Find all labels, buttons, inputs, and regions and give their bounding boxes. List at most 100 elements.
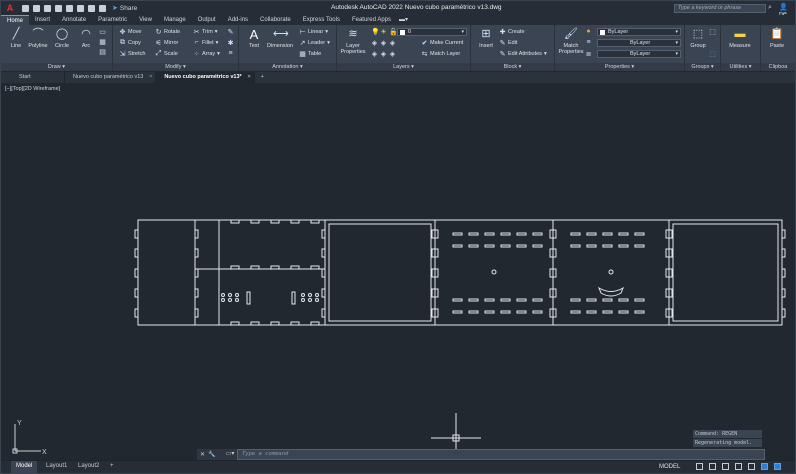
layout-tab-layout2[interactable]: Layout2 bbox=[73, 461, 104, 473]
draw-panel-title[interactable]: Draw ▾ bbox=[1, 63, 112, 71]
match-properties-button[interactable]: 🖌 Match Properties bbox=[557, 28, 585, 55]
create-block-button[interactable]: ✚ Create bbox=[499, 28, 525, 36]
search-icon[interactable]: ⌕ bbox=[768, 4, 772, 12]
block-panel-title[interactable]: Block ▾ bbox=[471, 63, 554, 71]
wrench-icon[interactable]: 🔧 bbox=[208, 451, 215, 458]
stretch-button[interactable]: ⇲ Stretch bbox=[119, 50, 146, 58]
layout-tab-model[interactable]: Model bbox=[11, 461, 38, 473]
fillet-button[interactable]: ⌐ Fillet ▾ bbox=[193, 39, 218, 46]
layer-dropdown[interactable]: 0 ▾ bbox=[397, 28, 467, 36]
open-file-icon[interactable] bbox=[33, 4, 40, 12]
file-tab-start[interactable]: Start bbox=[1, 72, 65, 83]
offset-icon[interactable]: ≡ bbox=[227, 50, 234, 57]
scale-button[interactable]: ⤢ Scale bbox=[155, 50, 178, 58]
web-mobile-icon[interactable] bbox=[66, 4, 73, 12]
linear-button[interactable]: ⊢ Linear ▾ bbox=[299, 28, 328, 36]
tab-express-tools[interactable]: Express Tools bbox=[297, 15, 346, 25]
edit-attributes-button[interactable]: ✎ Edit Attributes ▾ bbox=[499, 50, 547, 58]
color-wheel-icon[interactable]: ● bbox=[585, 28, 592, 35]
paste-button[interactable]: 📋 Paste bbox=[765, 28, 789, 49]
edit-block-button[interactable]: ✎ Edit bbox=[499, 39, 518, 47]
move-button[interactable]: ✥ Move bbox=[119, 28, 142, 36]
tab-home[interactable]: Home bbox=[1, 15, 30, 25]
circle-button[interactable]: ◯ Circle bbox=[49, 28, 75, 49]
array-button[interactable]: ⁘ Array ▾ bbox=[193, 50, 220, 58]
modify-panel-title[interactable]: Modify ▾ bbox=[113, 63, 238, 71]
tab-collaborate[interactable]: Collaborate bbox=[254, 15, 297, 25]
lineweight-icon[interactable]: ≡ bbox=[585, 39, 592, 46]
command-input[interactable]: Type a command bbox=[237, 449, 765, 460]
tab-output[interactable]: Output bbox=[192, 15, 222, 25]
save-icon[interactable] bbox=[44, 4, 51, 12]
copy-button[interactable]: ⧉ Copy bbox=[119, 39, 141, 47]
add-layout-button[interactable]: + bbox=[105, 461, 119, 473]
measure-button[interactable]: ▬ Measure bbox=[725, 28, 755, 49]
insert-button[interactable]: ⊞ Insert bbox=[473, 28, 499, 49]
explode-icon[interactable]: ✱ bbox=[227, 39, 234, 47]
search-input[interactable]: Type a keyword or phrase bbox=[674, 4, 766, 13]
layer-tools-row2[interactable]: ◈ ◈ ◈ bbox=[371, 50, 396, 58]
tab-annotate[interactable]: Annotate bbox=[56, 15, 92, 25]
leader-button[interactable]: ↗ Leader ▾ bbox=[299, 39, 330, 47]
tab-add-ins[interactable]: Add-ins bbox=[222, 15, 254, 25]
new-tab-button[interactable]: + bbox=[255, 72, 270, 83]
tab-view[interactable]: View bbox=[133, 15, 158, 25]
draw-tools-icon[interactable]: ▭ bbox=[99, 28, 106, 36]
osnap-icon[interactable] bbox=[748, 463, 755, 470]
grid-icon[interactable] bbox=[696, 463, 703, 470]
plot-icon[interactable] bbox=[77, 4, 84, 12]
layer-properties-button[interactable]: ≋ Layer Properties bbox=[339, 28, 367, 55]
close-icon[interactable]: × bbox=[149, 72, 152, 83]
customize-icon[interactable] bbox=[774, 463, 781, 470]
erase-icon[interactable]: ✎ bbox=[227, 28, 234, 36]
ribbon-toggle-icon[interactable]: ▬▾ bbox=[399, 15, 409, 25]
close-icon[interactable]: × bbox=[247, 72, 250, 83]
group-tool-icon[interactable]: ⬚ bbox=[709, 28, 716, 36]
group-button[interactable]: ⬚ Group bbox=[685, 28, 711, 49]
annotation-scale-icon[interactable] bbox=[761, 463, 768, 470]
properties-panel-title[interactable]: Properties ▾ bbox=[555, 63, 684, 71]
layers-panel-title[interactable]: Layers ▾ bbox=[337, 63, 470, 71]
layer-tools-row1[interactable]: ◈ ◈ ◈ bbox=[371, 39, 396, 47]
lineweight-dropdown[interactable]: ByLayer ▾ bbox=[597, 39, 681, 47]
linetype-icon[interactable]: ≣ bbox=[585, 50, 592, 58]
trim-button[interactable]: ✂ Trim ▾ bbox=[193, 28, 218, 36]
file-tab-nuevo-cubo-active[interactable]: Nuevo cubo paramétrico v13* × bbox=[156, 72, 255, 83]
group-select-icon[interactable]: ⬚ bbox=[709, 50, 716, 58]
tab-manage[interactable]: Manage bbox=[158, 15, 192, 25]
rotate-button[interactable]: ↻ Rotate bbox=[155, 28, 181, 36]
ortho-icon[interactable] bbox=[722, 463, 729, 470]
close-icon[interactable]: ✕ bbox=[200, 451, 205, 458]
groups-panel-title[interactable]: Groups ▾ bbox=[685, 63, 720, 71]
file-tab-nuevo-cubo[interactable]: Nuevo cubo paramétrico v13 × bbox=[65, 72, 157, 83]
table-button[interactable]: ▦ Table bbox=[299, 50, 321, 58]
recent-commands-icon[interactable]: ▭▾ bbox=[223, 449, 237, 460]
tab-insert[interactable]: Insert bbox=[29, 15, 56, 25]
text-button[interactable]: A Text bbox=[241, 28, 267, 49]
undo-icon[interactable] bbox=[88, 4, 95, 12]
snap-icon[interactable] bbox=[709, 463, 716, 470]
annotation-panel-title[interactable]: Annotation ▾ bbox=[239, 63, 336, 71]
layout-tab-layout1[interactable]: Layout1 bbox=[41, 461, 72, 473]
layer-state-icons[interactable]: 💡 ☀ 🔓 bbox=[371, 28, 398, 36]
color-dropdown[interactable]: ByLayer ▾ bbox=[597, 28, 681, 36]
arc-button[interactable]: ◠ Arc bbox=[73, 28, 99, 49]
dimension-button[interactable]: ⟷ Dimension bbox=[265, 28, 295, 49]
save-as-icon[interactable] bbox=[55, 4, 62, 12]
model-space-button[interactable]: MODEL bbox=[659, 461, 680, 473]
clipboard-panel-title[interactable]: Clipboa bbox=[761, 63, 795, 71]
mirror-button[interactable]: ⚟ Mirror bbox=[155, 39, 178, 47]
make-current-button[interactable]: ✔ Make Current bbox=[421, 39, 464, 47]
tab-featured-apps[interactable]: Featured Apps bbox=[346, 15, 397, 25]
polar-icon[interactable] bbox=[735, 463, 742, 470]
share-button[interactable]: ➤ Share bbox=[112, 4, 137, 13]
linetype-dropdown[interactable]: ByLayer ▾ bbox=[597, 50, 681, 58]
redo-icon[interactable] bbox=[99, 4, 106, 12]
new-file-icon[interactable] bbox=[22, 4, 29, 12]
match-layer-button[interactable]: ⇆ Match Layer bbox=[421, 50, 461, 58]
gradient-icon[interactable]: ▤ bbox=[99, 48, 106, 56]
autocad-logo-icon[interactable]: A bbox=[4, 2, 16, 14]
polyline-button[interactable]: ⌒ Polyline bbox=[25, 28, 51, 49]
drawing-canvas[interactable]: [−][Top][2D Wireframe] Y X Command: REGE… bbox=[1, 83, 795, 459]
utilities-panel-title[interactable]: Utilities ▾ bbox=[721, 63, 760, 71]
